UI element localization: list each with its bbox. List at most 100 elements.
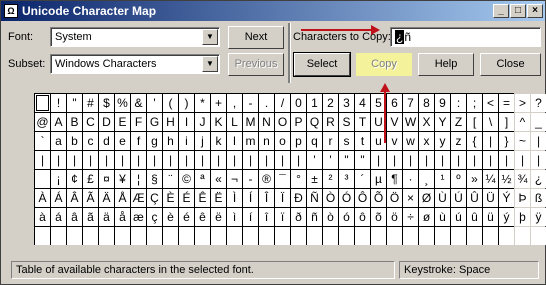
char-cell[interactable]: ¶ — [387, 170, 402, 188]
char-cell[interactable]: ; — [467, 94, 482, 112]
char-cell[interactable]: 2 — [323, 94, 338, 112]
chevron-down-icon[interactable]: ▼ — [202, 29, 218, 45]
char-cell[interactable]: 6 — [387, 94, 402, 112]
char-cell[interactable]: - — [243, 170, 258, 188]
char-cell[interactable] — [195, 227, 210, 245]
char-cell[interactable]: ¯ — [275, 170, 290, 188]
char-cell[interactable]: | — [499, 151, 514, 169]
char-cell[interactable]: S — [339, 113, 354, 131]
char-cell[interactable]: 9 — [435, 94, 450, 112]
char-cell[interactable]: à — [35, 208, 50, 226]
char-cell[interactable]: | — [243, 151, 258, 169]
char-cell[interactable]: i — [179, 132, 194, 150]
char-cell[interactable]: X — [419, 113, 434, 131]
char-cell[interactable]: T — [355, 113, 370, 131]
char-cell[interactable]: ¼ — [483, 170, 498, 188]
char-cell[interactable]: " — [67, 94, 82, 112]
char-cell[interactable] — [467, 227, 482, 245]
char-cell[interactable] — [99, 227, 114, 245]
char-cell[interactable]: ª — [195, 170, 210, 188]
char-cell[interactable]: Õ — [371, 189, 386, 207]
select-button[interactable]: Select — [293, 52, 351, 77]
char-cell[interactable]: s — [339, 132, 354, 150]
char-cell[interactable]: ¿ — [531, 170, 546, 188]
char-cell[interactable] — [291, 227, 306, 245]
char-cell[interactable]: $ — [99, 94, 114, 112]
char-cell[interactable]: { — [467, 132, 482, 150]
char-cell[interactable]: : — [451, 94, 466, 112]
char-cell[interactable]: 3 — [339, 94, 354, 112]
char-cell[interactable]: / — [275, 94, 290, 112]
character-grid[interactable]: ! " # $% & '() * +, -./0 1 2 3 4 5 6 7 8 9:; < = >? @ A B C D E F G H… — [34, 93, 546, 245]
char-cell[interactable] — [35, 170, 50, 188]
title-bar[interactable]: Ω Unicode Character Map _ □ × — [1, 1, 545, 21]
char-cell[interactable] — [435, 227, 450, 245]
char-cell[interactable]: % — [115, 94, 130, 112]
char-cell[interactable]: À — [35, 189, 50, 207]
char-cell[interactable]: Ù — [435, 189, 450, 207]
char-cell[interactable]: < — [483, 94, 498, 112]
char-cell[interactable]: ¥ — [115, 170, 130, 188]
char-cell[interactable]: ¡ — [51, 170, 66, 188]
char-cell[interactable]: é — [179, 208, 194, 226]
char-cell[interactable]: m — [243, 132, 258, 150]
char-cell[interactable] — [259, 227, 274, 245]
char-cell[interactable]: Ø — [419, 189, 434, 207]
char-cell[interactable]: « — [211, 170, 226, 188]
char-cell[interactable]: | — [483, 151, 498, 169]
char-cell[interactable]: " — [339, 151, 354, 169]
char-cell[interactable]: è — [163, 208, 178, 226]
char-cell[interactable] — [243, 227, 258, 245]
char-cell[interactable]: | — [419, 151, 434, 169]
char-cell[interactable]: J — [195, 113, 210, 131]
char-cell[interactable]: õ — [371, 208, 386, 226]
char-cell[interactable]: Ò — [323, 189, 338, 207]
char-cell[interactable]: Ô — [355, 189, 370, 207]
char-cell[interactable]: D — [99, 113, 114, 131]
char-cell[interactable]: Ñ — [307, 189, 322, 207]
char-cell[interactable] — [67, 227, 82, 245]
char-cell[interactable]: | — [531, 151, 546, 169]
char-cell[interactable]: ë — [211, 208, 226, 226]
char-cell[interactable]: § — [147, 170, 162, 188]
char-cell[interactable]: Á — [51, 189, 66, 207]
char-cell[interactable] — [355, 227, 370, 245]
char-cell[interactable]: N — [259, 113, 274, 131]
char-cell[interactable]: Ê — [195, 189, 210, 207]
char-cell[interactable]: µ — [371, 170, 386, 188]
char-cell[interactable]: g — [147, 132, 162, 150]
char-cell[interactable]: * — [195, 94, 210, 112]
char-cell[interactable]: å — [115, 208, 130, 226]
char-cell[interactable]: ¤ — [99, 170, 114, 188]
char-cell[interactable] — [323, 227, 338, 245]
char-cell[interactable]: £ — [83, 170, 98, 188]
char-cell[interactable] — [531, 227, 546, 245]
char-cell[interactable]: Ü — [483, 189, 498, 207]
char-cell[interactable]: | — [451, 151, 466, 169]
char-cell[interactable]: Ú — [451, 189, 466, 207]
char-cell[interactable]: Ë — [211, 189, 226, 207]
char-cell[interactable]: Û — [467, 189, 482, 207]
char-cell[interactable]: _ — [531, 113, 546, 131]
char-cell[interactable]: æ — [131, 208, 146, 226]
char-cell[interactable] — [179, 227, 194, 245]
char-cell[interactable] — [35, 227, 50, 245]
copy-button[interactable]: Copy — [356, 53, 412, 76]
char-cell[interactable] — [83, 227, 98, 245]
char-cell[interactable]: | — [259, 151, 274, 169]
char-cell[interactable]: | — [403, 151, 418, 169]
char-cell[interactable]: ? — [531, 94, 546, 112]
char-cell[interactable]: V — [387, 113, 402, 131]
char-cell[interactable]: O — [275, 113, 290, 131]
char-cell[interactable]: û — [467, 208, 482, 226]
char-cell[interactable]: b — [67, 132, 82, 150]
char-cell[interactable]: L — [227, 113, 242, 131]
char-cell[interactable]: 4 — [355, 94, 370, 112]
char-cell[interactable]: z — [451, 132, 466, 150]
char-cell[interactable]: , — [227, 94, 242, 112]
char-cell[interactable]: ( — [163, 94, 178, 112]
char-cell[interactable] — [163, 227, 178, 245]
char-cell[interactable]: 1 — [307, 94, 322, 112]
char-cell[interactable]: ½ — [499, 170, 514, 188]
char-cell[interactable]: x — [419, 132, 434, 150]
